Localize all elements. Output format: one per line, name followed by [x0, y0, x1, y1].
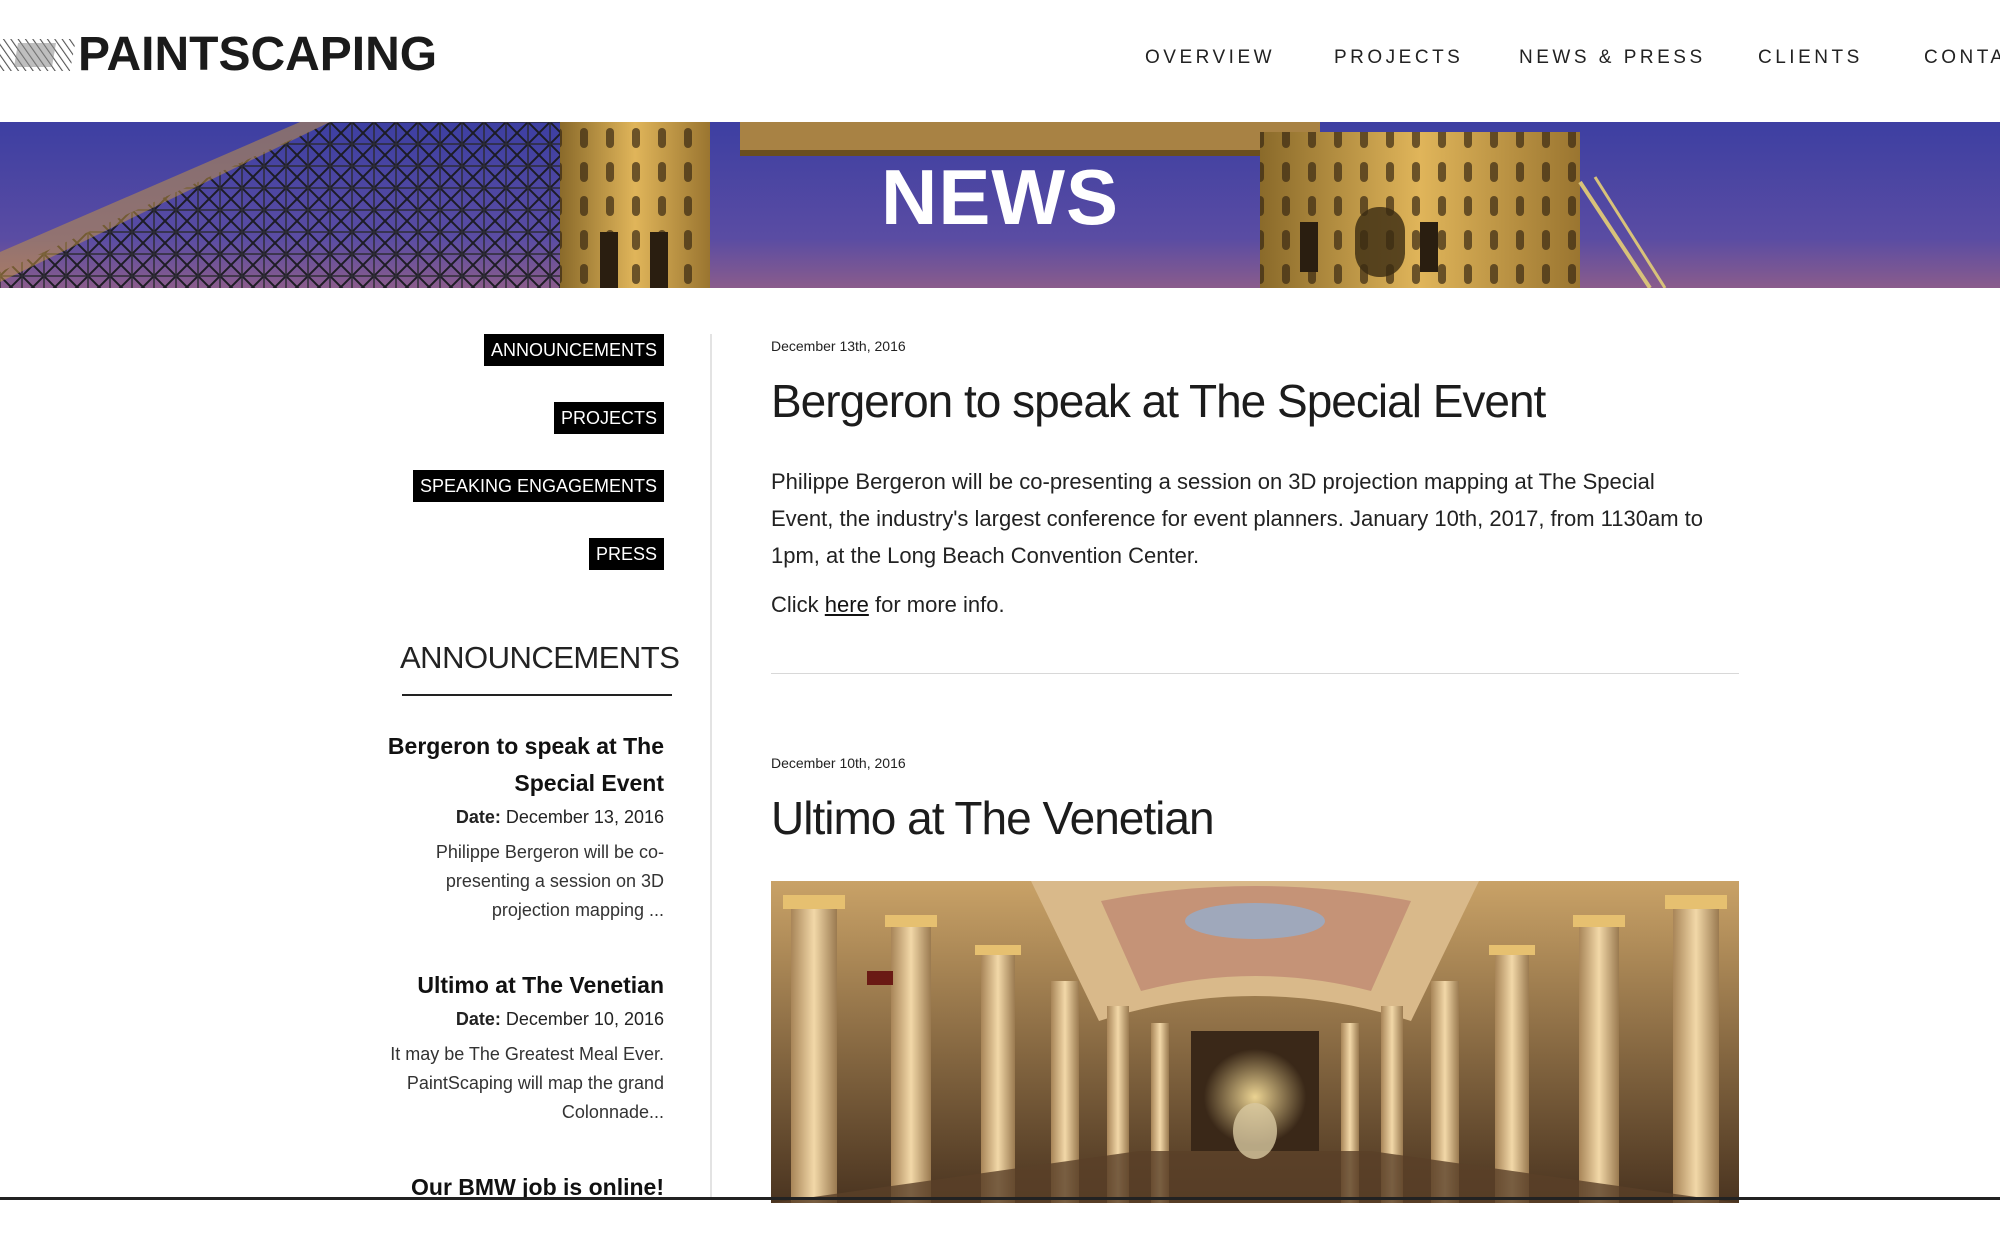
- date-value: December 13, 2016: [505, 807, 664, 827]
- category-press[interactable]: PRESS: [588, 538, 664, 570]
- nav-projects[interactable]: PROJECTS: [1334, 47, 1463, 69]
- news-feed: December 13th, 2016 Bergeron to speak at…: [771, 288, 1739, 1203]
- main-nav: OVERVIEW PROJECTS NEWS & PRESS CLIENTS C…: [0, 47, 2000, 77]
- sidebar-item-excerpt: It may be The Greatest Meal Ever. PaintS…: [390, 1044, 664, 1122]
- category-speaking-engagements[interactable]: SPEAKING ENGAGEMENTS: [412, 470, 664, 502]
- date-value: December 10, 2016: [505, 1009, 664, 1029]
- sidebar-heading-rule: [402, 694, 672, 696]
- sidebar-item-title[interactable]: Ultimo at The Venetian: [374, 967, 664, 1004]
- category-projects[interactable]: PROJECTS: [553, 402, 664, 434]
- venetian-colonnade-image[interactable]: [771, 881, 1739, 1203]
- nav-clients[interactable]: CLIENTS: [1758, 47, 1863, 69]
- list-item: Ultimo at The Venetian Date: December 10…: [374, 967, 664, 1127]
- post-date: December 10th, 2016: [771, 755, 906, 771]
- here-link[interactable]: here: [825, 592, 869, 617]
- date-label: Date:: [455, 807, 501, 827]
- sidebar: ANNOUNCEMENTS PROJECTS SPEAKING ENGAGEME…: [0, 288, 710, 1200]
- sidebar-item-excerpt: Philippe Bergeron will be co-presenting …: [435, 842, 664, 920]
- post-title[interactable]: Ultimo at The Venetian: [771, 791, 1215, 845]
- sidebar-item-title[interactable]: Our BMW job is online!: [374, 1169, 664, 1206]
- column-divider: [710, 334, 712, 1200]
- list-item: Bergeron to speak at The Special Event D…: [374, 728, 664, 925]
- post-body: Philippe Bergeron will be co-presenting …: [771, 469, 1703, 568]
- list-item: Our BMW job is online!: [374, 1169, 664, 1206]
- post-more-info: Click here for more info.: [771, 592, 1005, 618]
- link-suffix: for more info.: [874, 592, 1005, 617]
- sidebar-item-title[interactable]: Bergeron to speak at The Special Event: [374, 728, 664, 802]
- sidebar-announcement-list: Bergeron to speak at The Special Event D…: [374, 728, 664, 1248]
- category-announcements[interactable]: ANNOUNCEMENTS: [483, 334, 664, 366]
- hero-title: NEWS: [881, 153, 1119, 241]
- post-date: December 13th, 2016: [771, 338, 906, 354]
- hero-banner: NEWS: [0, 122, 2000, 288]
- venetian-interior-illustration: [771, 881, 1739, 1203]
- link-prefix: Click: [771, 592, 819, 617]
- post-title[interactable]: Bergeron to speak at The Special Event: [771, 374, 1546, 428]
- post-divider: [771, 673, 1739, 674]
- date-label: Date:: [455, 1009, 501, 1029]
- sidebar-item-date: Date: December 13, 2016: [374, 802, 664, 832]
- nav-news-press[interactable]: NEWS & PRESS: [1519, 47, 1706, 69]
- sidebar-heading: ANNOUNCEMENTS: [400, 640, 680, 675]
- nav-contact[interactable]: CONTA: [1924, 47, 2000, 69]
- sidebar-item-date: Date: December 10, 2016: [374, 1004, 664, 1034]
- nav-overview[interactable]: OVERVIEW: [1145, 47, 1275, 69]
- site-header: PAINTSCAPING OVERVIEW PROJECTS NEWS & PR…: [0, 0, 2000, 122]
